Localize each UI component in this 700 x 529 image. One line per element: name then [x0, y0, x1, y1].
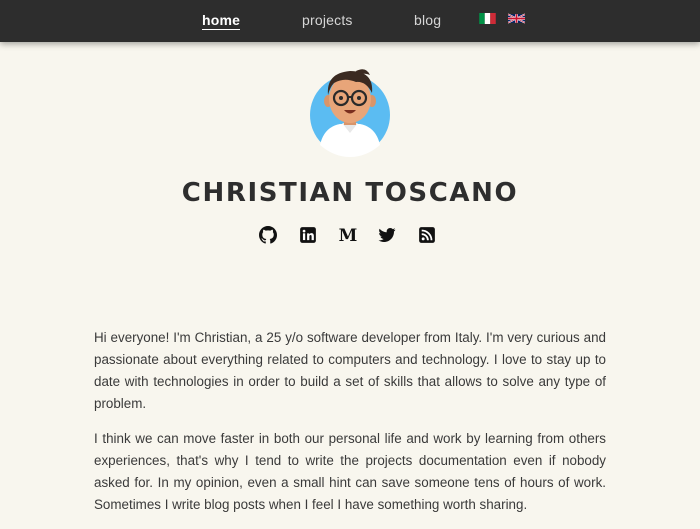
uk-flag-icon[interactable]: [508, 13, 525, 24]
medium-icon[interactable]: M: [339, 226, 357, 244]
about-section: Hi everyone! I'm Christian, a 25 y/o sof…: [94, 327, 606, 529]
nav-link-projects[interactable]: projects: [302, 12, 353, 28]
avatar: [310, 69, 390, 157]
svg-text:M: M: [339, 226, 357, 244]
github-icon[interactable]: [259, 226, 277, 244]
top-navbar: home projects blog: [0, 0, 700, 42]
italian-flag-icon[interactable]: [479, 13, 496, 24]
profile-name: CHRISTIAN TOSCANO: [181, 178, 519, 208]
nav-link-home[interactable]: home: [202, 12, 241, 30]
about-paragraph: Hi everyone! I'm Christian, a 25 y/o sof…: [94, 330, 606, 411]
linkedin-icon[interactable]: [299, 226, 317, 244]
twitter-icon[interactable]: [378, 226, 396, 244]
nav-link-blog[interactable]: blog: [414, 12, 441, 28]
about-paragraph: I think we can move faster in both our p…: [94, 431, 606, 512]
rss-icon[interactable]: [418, 226, 436, 244]
